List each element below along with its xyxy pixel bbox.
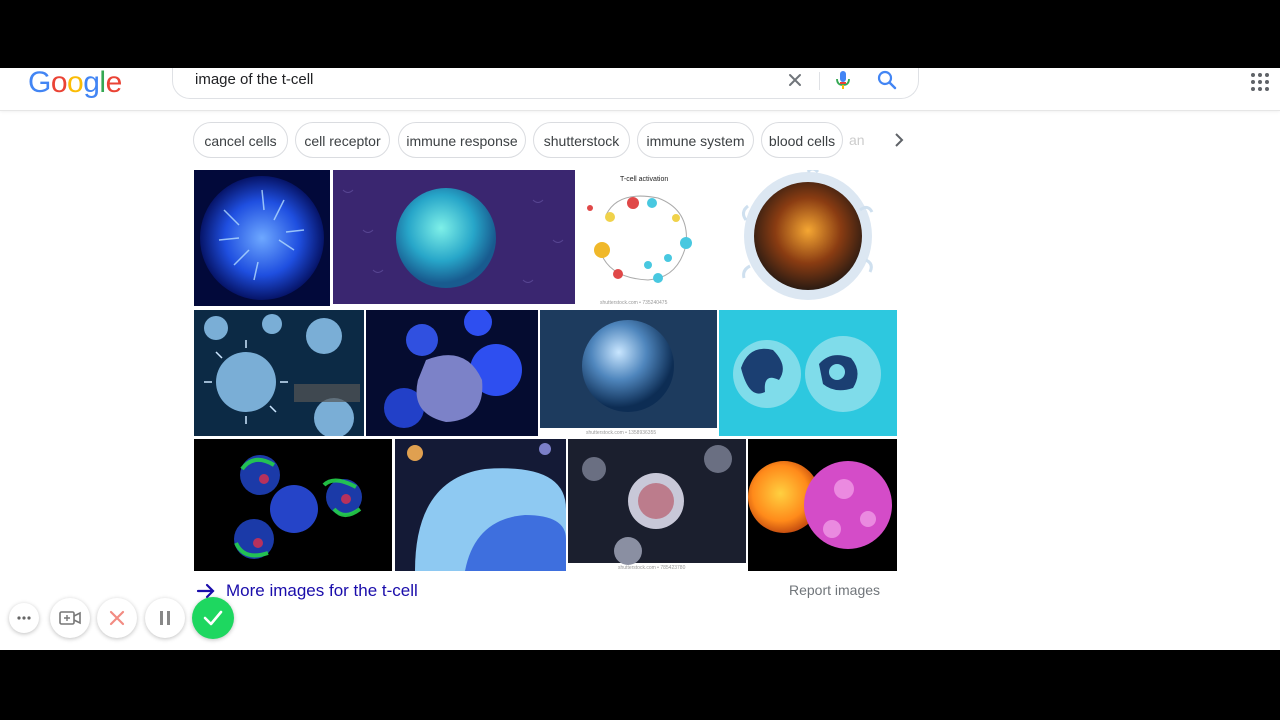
watermark: shutterstock.com • 735240475	[600, 300, 668, 306]
image-tile-10[interactable]	[395, 439, 566, 571]
chip-cell-receptor[interactable]: cell receptor	[295, 122, 390, 158]
microphone-icon[interactable]	[833, 69, 853, 91]
image-tile-2[interactable]	[333, 170, 575, 304]
watermark: shutterstock.com • 1358936355	[586, 430, 656, 436]
t-cell-purple-image	[333, 170, 575, 304]
more-images-link[interactable]: More images for the t-cell	[196, 579, 418, 603]
more-options-button[interactable]	[9, 603, 39, 633]
virus-blue-image	[194, 310, 364, 436]
camera-toggle-button[interactable]	[50, 598, 90, 638]
pause-recording-button[interactable]	[145, 598, 185, 638]
related-search-chips: cancel cells cell receptor immune respon…	[193, 122, 913, 160]
search-icon[interactable]	[876, 69, 898, 91]
cell-closeup-image	[395, 439, 566, 571]
search-box[interactable]: image of the t-cell	[172, 68, 919, 99]
image-tile-5[interactable]	[194, 310, 364, 436]
image-tile-6[interactable]	[366, 310, 538, 436]
chip-blood-cells[interactable]: blood cells	[761, 122, 843, 158]
image-tile-12[interactable]	[748, 439, 897, 571]
clear-icon[interactable]	[785, 70, 805, 90]
checkmark-icon	[203, 610, 223, 626]
t-cell-blue-image	[194, 170, 330, 306]
video-camera-icon	[59, 611, 81, 625]
ellipsis-icon	[17, 616, 31, 620]
more-images-label: More images for the t-cell	[226, 581, 418, 600]
orange-pink-cells-image	[748, 439, 897, 571]
t-cell-activation-diagram: T-cell activation shutterstock.com • 735…	[587, 176, 692, 306]
image-tile-1[interactable]	[194, 170, 330, 306]
cancel-recording-button[interactable]	[97, 598, 137, 638]
search-divider	[819, 72, 820, 90]
pause-icon	[160, 611, 170, 625]
chip-immune-system[interactable]: immune system	[637, 122, 754, 158]
image-tile-3[interactable]: T-cell activation shutterstock.com • 735…	[578, 170, 708, 306]
image-tile-11[interactable]: shutterstock.com • 785423780	[568, 439, 746, 571]
virus-dark-image: shutterstock.com • 785423780	[568, 439, 746, 571]
t-cell-orange-image	[741, 170, 874, 300]
cells-attack-image	[366, 310, 538, 436]
watermark: shutterstock.com • 785423780	[618, 565, 686, 571]
search-input[interactable]: image of the t-cell	[195, 71, 313, 88]
google-logo[interactable]: Google	[28, 68, 122, 100]
chip-immune-response[interactable]: immune response	[398, 122, 526, 158]
chevron-right-icon[interactable]	[889, 130, 909, 150]
image-tile-7[interactable]: shutterstock.com • 1358936355	[540, 310, 717, 436]
fluorescent-cells-image	[194, 439, 392, 571]
cells-cyan-image	[719, 310, 897, 436]
search-header: Google image of the t-cell	[0, 68, 1280, 111]
report-images-link[interactable]: Report images	[789, 582, 880, 598]
close-icon	[109, 610, 125, 626]
browser-viewport: Google image of the t-cell cancel cells …	[0, 68, 1280, 650]
chip-cancel-cells[interactable]: cancel cells	[193, 122, 288, 158]
chip-partial[interactable]: an	[849, 122, 889, 158]
image-tile-9[interactable]	[194, 439, 392, 571]
t-cell-sphere-image: shutterstock.com • 1358936355	[540, 310, 717, 436]
chip-shutterstock[interactable]: shutterstock	[533, 122, 630, 158]
finish-recording-button[interactable]	[192, 597, 234, 639]
diagram-title: T-cell activation	[620, 176, 668, 183]
image-tile-8[interactable]	[719, 310, 897, 436]
apps-grid-icon[interactable]	[1250, 72, 1270, 92]
image-tile-4[interactable]	[710, 170, 898, 306]
